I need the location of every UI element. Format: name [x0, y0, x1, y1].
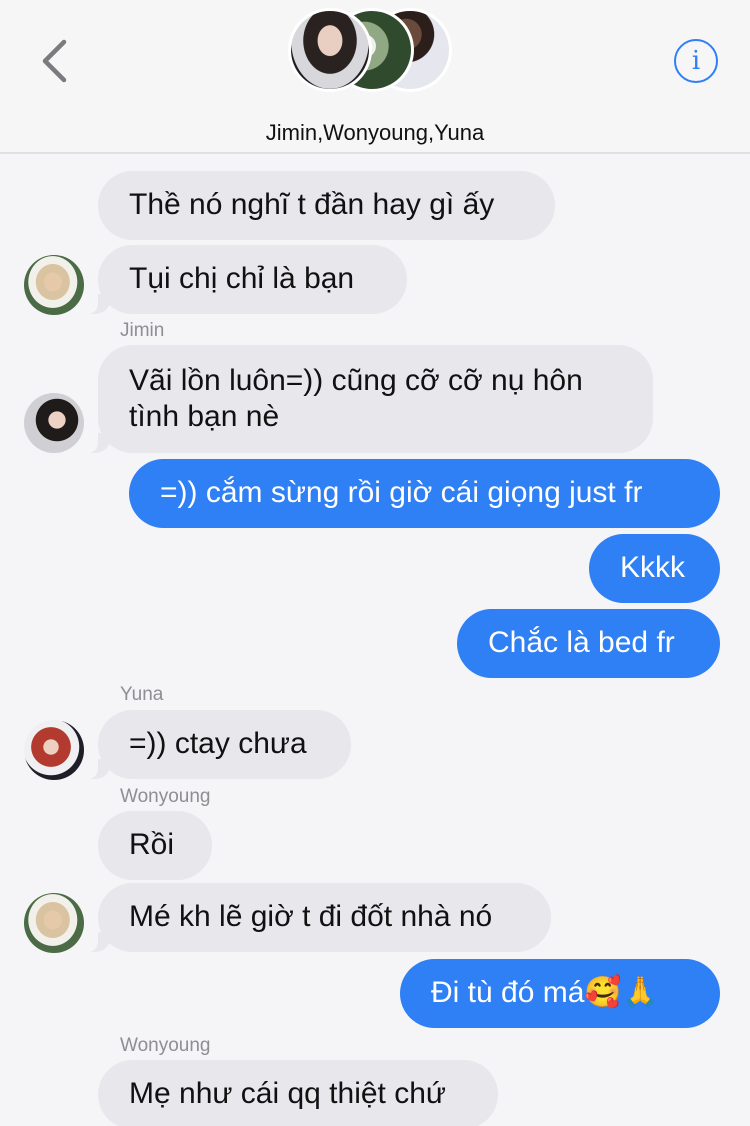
message-bubble-incoming[interactable]: Mé kh lẽ giờ t đi đốt nhà nó [88, 883, 551, 952]
message-text: Rồi [129, 828, 175, 861]
message-bubble-incoming[interactable]: Vãi lồn luôn=)) cũng cỡ cỡ nụ hôn tình b… [88, 345, 653, 453]
message-bubble-incoming[interactable]: Mẹ như cái qq thiệt chứ [98, 1060, 498, 1126]
message-text: Đi tù đó má🥰🙏 [431, 976, 660, 1009]
message-text: Vãi lồn luôn=)) cũng cỡ cỡ nụ hôn tình b… [129, 364, 583, 433]
message-text: Chắc là bed fr [488, 626, 675, 659]
group-avatars[interactable] [288, 8, 452, 92]
avatar[interactable] [24, 893, 84, 953]
message-bubble-outgoing[interactable]: Kkkk [589, 534, 720, 603]
message-bubble-outgoing[interactable]: Đi tù đó má🥰🙏 [400, 959, 720, 1028]
sender-name: Jimin [120, 320, 165, 341]
avatar[interactable] [24, 255, 84, 315]
group-name[interactable]: Jimin,Wonyoung,Yuna [0, 120, 750, 146]
back-button[interactable] [30, 36, 78, 86]
chevron-left-icon [42, 39, 67, 83]
sender-name: Yuna [120, 684, 164, 705]
avatar [288, 8, 372, 92]
message-text: Kkkk [620, 551, 686, 584]
sender-name: Wonyoung [120, 1035, 211, 1056]
message-text: =)) cắm sừng rồi giờ cái giọng just fr [160, 476, 643, 509]
message-bubble-outgoing[interactable]: Chắc là bed fr [457, 609, 720, 678]
message-text: Tụi chị chỉ là bạn [129, 262, 355, 295]
info-icon[interactable]: i [674, 39, 718, 83]
message-bubble-outgoing[interactable]: =)) cắm sừng rồi giờ cái giọng just fr [129, 459, 720, 528]
message-text: Thề nó nghĩ t đần hay gì ấy [129, 188, 495, 221]
avatar[interactable] [24, 720, 84, 780]
message-bubble-incoming[interactable]: Rồi [98, 811, 212, 880]
message-text: Mé kh lẽ giờ t đi đốt nhà nó [129, 900, 493, 933]
message-bubble-incoming[interactable]: Tụi chị chỉ là bạn [88, 245, 407, 314]
message-text: =)) ctay chưa [129, 727, 307, 760]
avatar[interactable] [24, 393, 84, 453]
message-text: Mẹ như cái qq thiệt chứ [129, 1077, 446, 1110]
sender-name: Wonyoung [120, 786, 211, 807]
message-bubble-incoming[interactable]: =)) ctay chưa [88, 710, 351, 779]
conversation-header: i Jimin,Wonyoung,Yuna [0, 0, 750, 154]
message-bubble-incoming[interactable]: Thề nó nghĩ t đần hay gì ấy [98, 171, 555, 240]
